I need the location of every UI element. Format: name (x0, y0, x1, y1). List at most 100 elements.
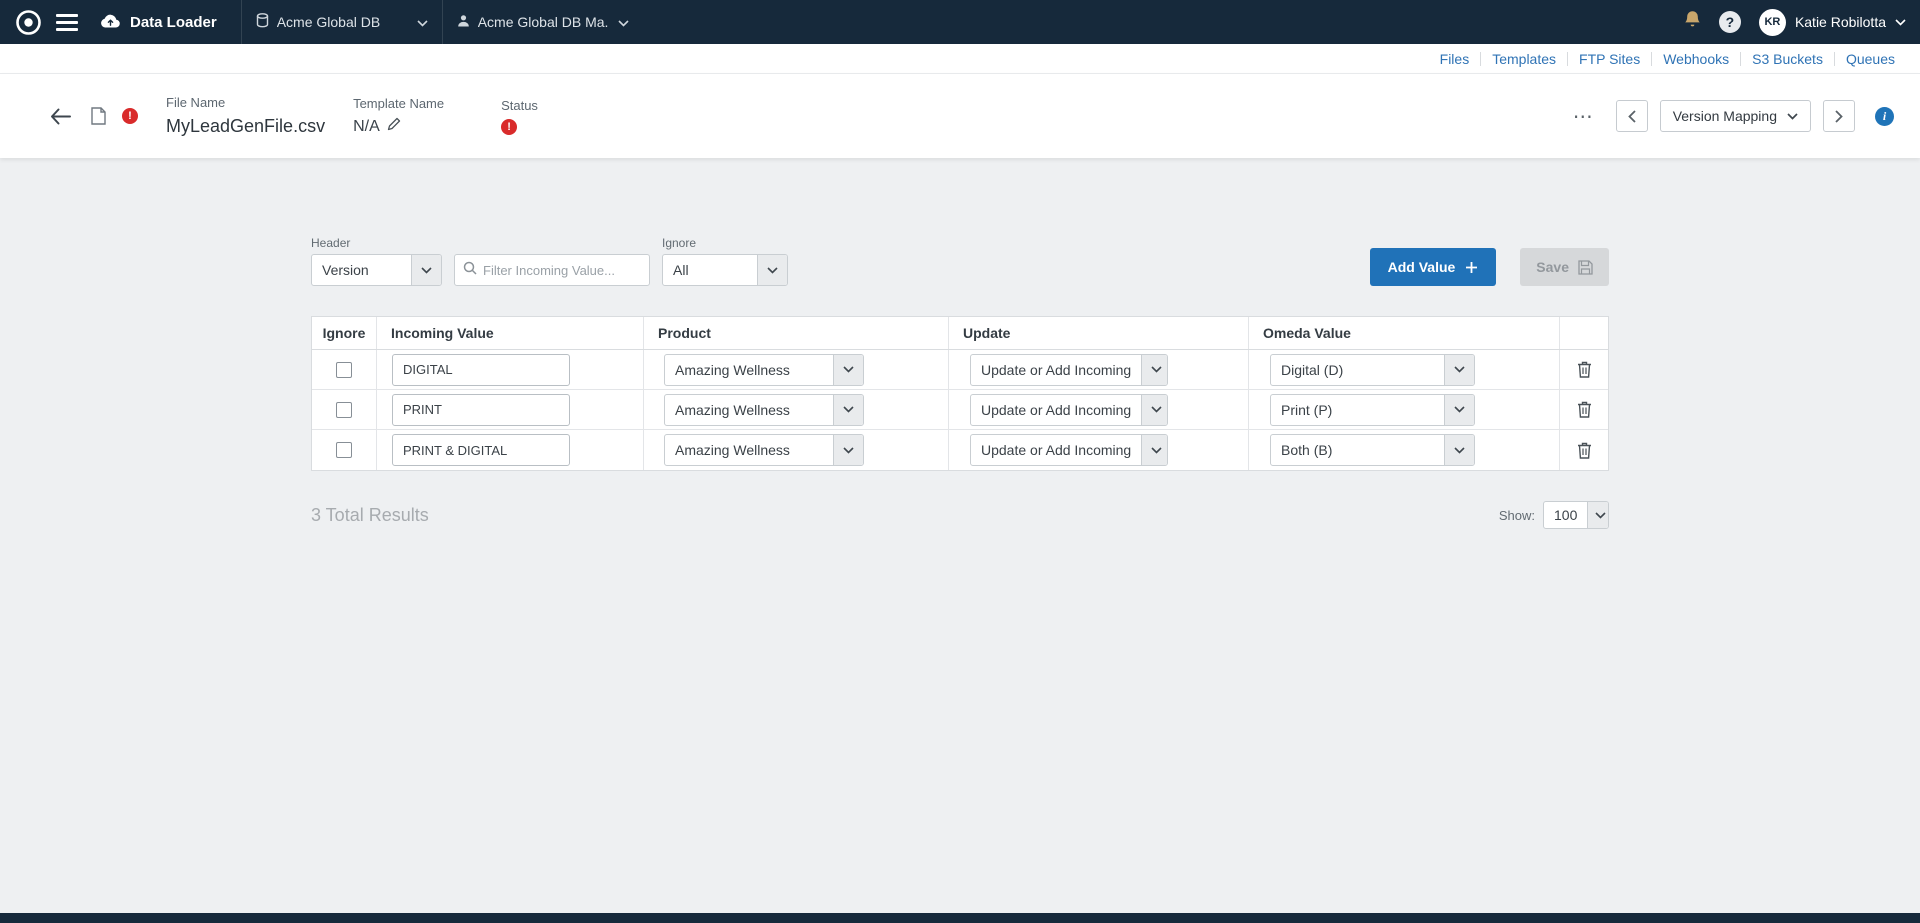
file-name-label: File Name (166, 95, 325, 110)
product-select[interactable]: Amazing Wellness (664, 394, 864, 426)
chevron-down-icon (1141, 435, 1168, 465)
update-select[interactable]: Update or Add Incoming (970, 354, 1168, 386)
nav-link-webhooks[interactable]: Webhooks (1652, 52, 1741, 66)
file-name-field: File Name MyLeadGenFile.csv (166, 95, 325, 137)
omeda-value: Print (P) (1271, 395, 1444, 425)
bottom-bar (0, 913, 1920, 923)
ignore-checkbox[interactable] (336, 442, 352, 458)
trash-icon (1577, 401, 1592, 418)
status-error-icon: ! (501, 119, 517, 135)
incoming-value-input[interactable] (392, 354, 570, 386)
user-name: Katie Robilotta (1795, 14, 1886, 30)
ignore-filter-value: All (663, 255, 757, 285)
chevron-down-icon (1895, 13, 1906, 31)
header-filter-value: Version (312, 255, 411, 285)
col-update: Update (949, 317, 1249, 349)
nav-link-s3-buckets[interactable]: S3 Buckets (1741, 52, 1835, 66)
app-title-label: Data Loader (130, 14, 217, 31)
back-button[interactable] (46, 104, 75, 129)
chevron-down-icon (1787, 113, 1798, 120)
col-incoming-value: Incoming Value (377, 317, 644, 349)
col-product: Product (644, 317, 949, 349)
incoming-value-input[interactable] (392, 434, 570, 466)
file-icon[interactable] (87, 103, 110, 129)
update-value: Update or Add Incoming (971, 435, 1141, 465)
mapping-profile-selector-label: Acme Global DB Ma... (478, 14, 608, 30)
secondary-nav: Files Templates FTP Sites Webhooks S3 Bu… (0, 44, 1920, 74)
ignore-checkbox[interactable] (336, 402, 352, 418)
edit-pencil-icon[interactable] (387, 117, 401, 136)
database-selector[interactable]: Acme Global DB (242, 0, 442, 44)
product-value: Amazing Wellness (665, 435, 833, 465)
col-omeda-value: Omeda Value (1249, 317, 1560, 349)
version-mapping-dropdown[interactable]: Version Mapping (1660, 100, 1811, 132)
delete-row-button[interactable] (1560, 390, 1608, 429)
chevron-down-icon (833, 395, 863, 425)
add-value-label: Add Value (1388, 259, 1456, 275)
more-options-icon[interactable]: ⋯ (1563, 104, 1604, 129)
avatar: KR (1759, 9, 1786, 36)
next-mapping-button[interactable] (1823, 100, 1855, 132)
page-size-value: 100 (1544, 502, 1587, 528)
info-icon[interactable]: i (1875, 107, 1894, 126)
incoming-value-search (454, 254, 650, 286)
delete-row-button[interactable] (1560, 430, 1608, 470)
mapping-profile-selector[interactable]: Acme Global DB Ma... (443, 0, 643, 44)
nav-link-queues[interactable]: Queues (1835, 52, 1906, 66)
omeda-value-select[interactable]: Both (B) (1270, 434, 1475, 466)
chevron-down-icon (417, 14, 428, 30)
total-results: 3 Total Results (311, 505, 429, 526)
hamburger-menu-icon[interactable] (56, 14, 78, 31)
nav-link-files[interactable]: Files (1429, 52, 1482, 66)
file-name-value: MyLeadGenFile.csv (166, 116, 325, 137)
chevron-down-icon (411, 255, 441, 285)
main-area: Header Version Ignore (0, 158, 1920, 913)
incoming-value-input[interactable] (392, 394, 570, 426)
ignore-filter-label: Ignore (662, 236, 788, 250)
omeda-value: Both (B) (1271, 435, 1444, 465)
omeda-value-select[interactable]: Print (P) (1270, 394, 1475, 426)
omeda-value-select[interactable]: Digital (D) (1270, 354, 1475, 386)
file-error-icon: ! (122, 108, 138, 124)
filters-row: Header Version Ignore (311, 236, 1609, 286)
add-value-button[interactable]: Add Value (1370, 248, 1497, 286)
prev-mapping-button[interactable] (1616, 100, 1648, 132)
topbar: Data Loader Acme Global DB Acme Global D… (0, 0, 1920, 44)
update-value: Update or Add Incoming (971, 355, 1141, 385)
nav-link-templates[interactable]: Templates (1481, 52, 1568, 66)
page-size-select[interactable]: 100 (1543, 501, 1609, 529)
chevron-down-icon (618, 14, 629, 30)
ignore-filter-select[interactable]: All (662, 254, 788, 286)
search-spacer (454, 236, 650, 250)
omeda-value: Digital (D) (1271, 355, 1444, 385)
cloud-upload-icon (100, 13, 121, 32)
file-header: ! File Name MyLeadGenFile.csv Template N… (0, 74, 1920, 158)
update-select[interactable]: Update or Add Incoming (970, 434, 1168, 466)
header-filter-select[interactable]: Version (311, 254, 442, 286)
chevron-down-icon (833, 355, 863, 385)
delete-row-button[interactable] (1560, 350, 1608, 389)
chevron-down-icon (1444, 355, 1474, 385)
product-select[interactable]: Amazing Wellness (664, 434, 864, 466)
notification-bell-icon[interactable] (1684, 10, 1701, 34)
save-button[interactable]: Save (1520, 248, 1609, 286)
table-row: Amazing Wellness Update or Add Incoming … (312, 430, 1608, 470)
omeda-logo-icon[interactable] (14, 8, 42, 36)
product-select[interactable]: Amazing Wellness (664, 354, 864, 386)
user-menu[interactable]: KR Katie Robilotta (1759, 9, 1906, 36)
search-input[interactable] (483, 263, 641, 278)
status-field: Status ! (501, 98, 621, 135)
ignore-checkbox[interactable] (336, 362, 352, 378)
version-mapping-label: Version Mapping (1673, 108, 1777, 124)
template-name-field: Template Name N/A (353, 96, 473, 136)
table-row: Amazing Wellness Update or Add Incoming … (312, 350, 1608, 390)
save-icon (1578, 260, 1593, 275)
update-select[interactable]: Update or Add Incoming (970, 394, 1168, 426)
save-label: Save (1536, 259, 1569, 275)
table-header-row: Ignore Incoming Value Product Update Ome… (312, 317, 1608, 350)
chevron-down-icon (833, 435, 863, 465)
help-icon[interactable]: ? (1719, 11, 1741, 33)
status-label: Status (501, 98, 621, 113)
nav-link-ftp-sites[interactable]: FTP Sites (1568, 52, 1652, 66)
product-value: Amazing Wellness (665, 395, 833, 425)
